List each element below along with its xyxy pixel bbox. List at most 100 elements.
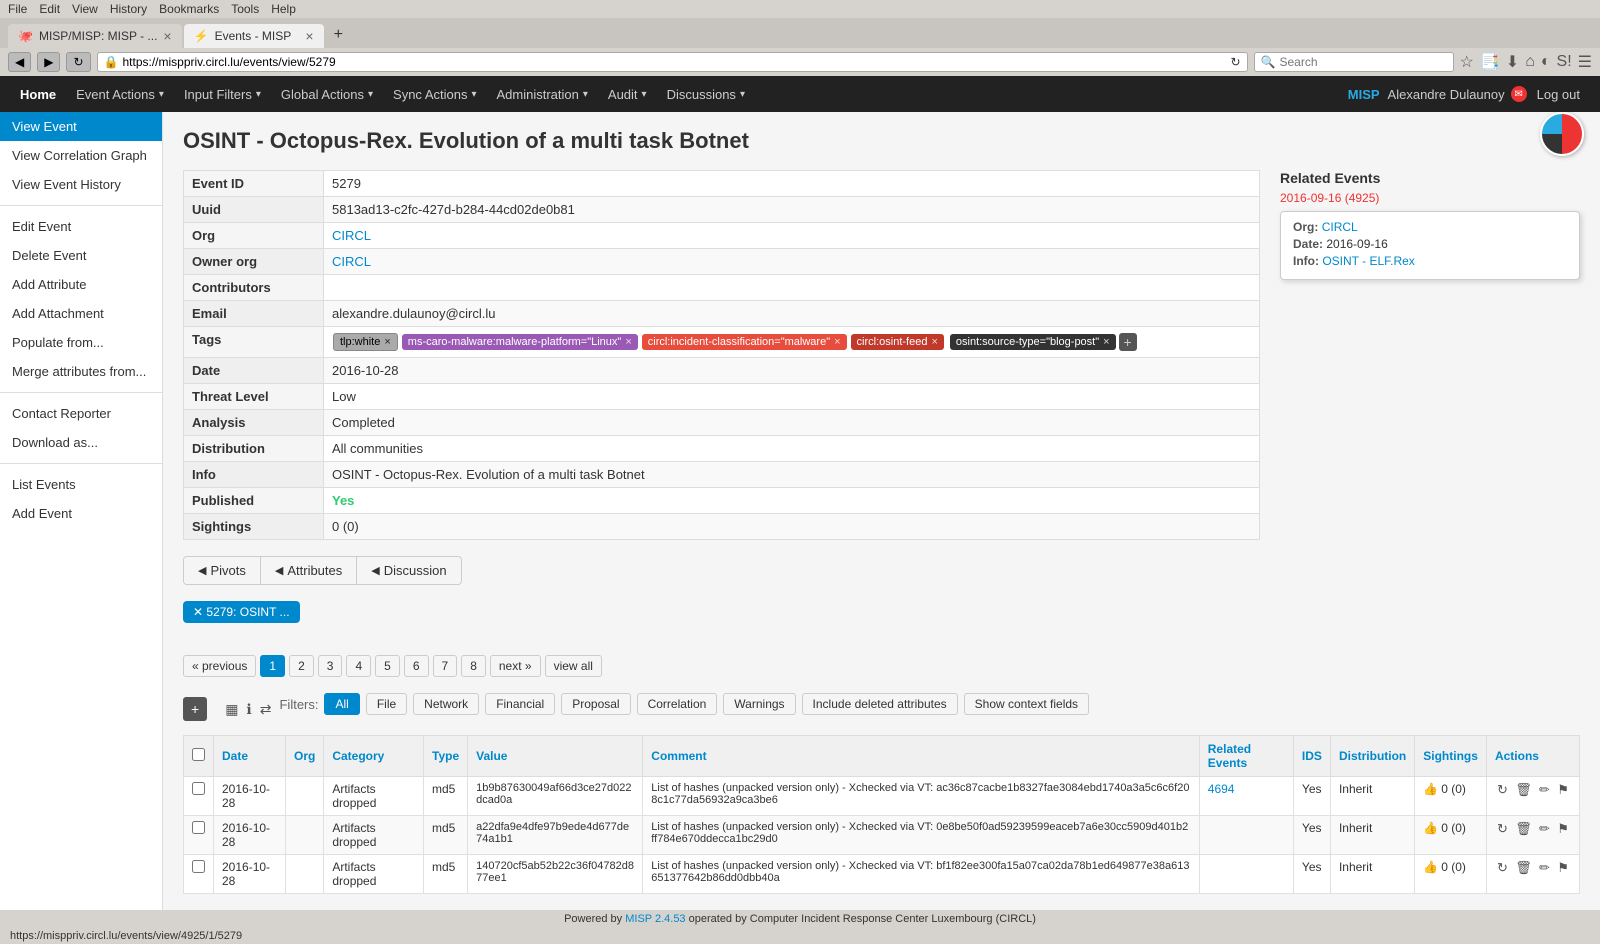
tab-close-2[interactable]: × (305, 28, 313, 44)
sidebar-edit-event[interactable]: Edit Event (0, 212, 162, 241)
page-3[interactable]: 3 (318, 655, 343, 677)
col-value[interactable]: Value (468, 736, 643, 777)
sync-icon[interactable]: S! (1557, 53, 1572, 71)
filter-financial[interactable]: Financial (485, 693, 555, 715)
tab-events-misp[interactable]: ⚡ Events - MISP × (184, 24, 324, 48)
table-export-icon[interactable]: ⇄ (260, 701, 272, 718)
row-2-action-edit[interactable]: ✏ (1539, 821, 1550, 837)
next-button[interactable]: next » (490, 655, 541, 677)
nav-brand[interactable]: MISP (1348, 87, 1380, 102)
menu-help[interactable]: Help (271, 2, 296, 16)
bookmark-list-icon[interactable]: 📑 (1480, 52, 1500, 72)
nav-audit[interactable]: Audit ▾ (598, 79, 657, 110)
col-sightings[interactable]: Sightings (1415, 736, 1487, 777)
table-view-icon[interactable]: ▦ (225, 701, 238, 718)
nav-input-filters[interactable]: Input Filters ▾ (174, 79, 271, 110)
sidebar-list-events[interactable]: List Events (0, 470, 162, 499)
sidebar-view-event[interactable]: View Event (0, 112, 162, 141)
filter-show-context[interactable]: Show context fields (964, 693, 1089, 715)
menu-view[interactable]: View (72, 2, 98, 16)
menu-history[interactable]: History (110, 2, 147, 16)
sidebar-merge-attributes[interactable]: Merge attributes from... (0, 357, 162, 386)
nav-home[interactable]: Home (10, 79, 66, 110)
filter-file[interactable]: File (366, 693, 407, 715)
popup-org-link[interactable]: CIRCL (1322, 220, 1358, 234)
owner-org-link[interactable]: CIRCL (332, 254, 371, 269)
sighting-up-icon[interactable]: 👍 (1423, 782, 1438, 796)
col-related-events[interactable]: Related Events (1199, 736, 1293, 777)
reload-icon[interactable]: ↻ (1230, 55, 1240, 69)
tag-close-ms-caro[interactable]: × (625, 336, 631, 348)
page-4[interactable]: 4 (346, 655, 371, 677)
address-bar[interactable]: 🔒 ↻ (97, 52, 1248, 72)
tab-pivots[interactable]: ◀ Pivots (184, 557, 261, 584)
nav-global-actions[interactable]: Global Actions ▾ (271, 79, 383, 110)
menu-edit[interactable]: Edit (39, 2, 60, 16)
menu-file[interactable]: File (8, 2, 27, 16)
row-checkbox-3[interactable] (184, 855, 214, 894)
col-checkbox[interactable] (184, 736, 214, 777)
row-1-action-flag[interactable]: ⚑ (1557, 782, 1569, 798)
row-2-action-delete[interactable]: 🗑 (1515, 821, 1532, 837)
row-checkbox-1[interactable] (184, 777, 214, 816)
row-1-checkbox[interactable] (192, 782, 205, 795)
tag-close-tlp-white[interactable]: × (384, 336, 390, 348)
nav-administration[interactable]: Administration ▾ (487, 79, 598, 110)
org-link[interactable]: CIRCL (332, 228, 371, 243)
misp-version-link[interactable]: MISP 2.4.53 (625, 913, 685, 925)
sidebar-populate-from[interactable]: Populate from... (0, 328, 162, 357)
page-1[interactable]: 1 (260, 655, 285, 677)
prev-button[interactable]: « previous (183, 655, 256, 677)
row-2-action-flag[interactable]: ⚑ (1557, 821, 1569, 837)
nav-logout[interactable]: Log out (1527, 79, 1590, 110)
nav-discussions[interactable]: Discussions ▾ (657, 79, 755, 110)
col-comment[interactable]: Comment (643, 736, 1199, 777)
filter-all[interactable]: All (324, 693, 359, 715)
row-3-action-flag[interactable]: ⚑ (1557, 860, 1569, 876)
reload-button[interactable]: ↻ (66, 52, 90, 72)
pocket-icon[interactable]: ◐ (1541, 53, 1551, 71)
address-input[interactable] (122, 55, 1226, 69)
menu-tools[interactable]: Tools (231, 2, 259, 16)
row-checkbox-2[interactable] (184, 816, 214, 855)
sighting-up-icon-3[interactable]: 👍 (1423, 860, 1438, 874)
tag-close-circl-osint[interactable]: × (931, 336, 937, 348)
sidebar-add-attribute[interactable]: Add Attribute (0, 270, 162, 299)
sidebar-download-as[interactable]: Download as... (0, 428, 162, 457)
sidebar-add-attachment[interactable]: Add Attachment (0, 299, 162, 328)
tag-close-osint-source[interactable]: × (1103, 336, 1109, 348)
row-3-checkbox[interactable] (192, 860, 205, 873)
page-6[interactable]: 6 (404, 655, 429, 677)
filter-network[interactable]: Network (413, 693, 479, 715)
tab-attributes[interactable]: ◀ Attributes (261, 557, 357, 584)
row-1-action-delete[interactable]: 🗑 (1515, 782, 1532, 798)
sidebar-add-event[interactable]: Add Event (0, 499, 162, 528)
related-event-link[interactable]: 2016-09-16 (4925) (1280, 191, 1379, 205)
row-3-action-edit[interactable]: ✏ (1539, 860, 1550, 876)
menu-icon[interactable]: ☰ (1578, 52, 1592, 72)
tag-close-circl-incident[interactable]: × (834, 336, 840, 348)
star-icon[interactable]: ☆ (1460, 52, 1474, 72)
forward-button[interactable]: ▶ (37, 52, 60, 72)
popup-info-link[interactable]: OSINT - ELF.Rex (1322, 254, 1414, 268)
select-all-checkbox[interactable] (192, 748, 205, 761)
menu-bookmarks[interactable]: Bookmarks (159, 2, 219, 16)
col-category[interactable]: Category (324, 736, 424, 777)
sidebar-delete-event[interactable]: Delete Event (0, 241, 162, 270)
row-3-action-refresh[interactable]: ↻ (1497, 860, 1508, 876)
nav-email-badge[interactable]: ✉ (1511, 86, 1527, 102)
back-button[interactable]: ◀ (8, 52, 31, 72)
col-date[interactable]: Date (214, 736, 286, 777)
sidebar-view-event-history[interactable]: View Event History (0, 170, 162, 199)
col-distribution[interactable]: Distribution (1330, 736, 1414, 777)
add-attribute-button[interactable]: + (183, 697, 207, 721)
nav-event-actions[interactable]: Event Actions ▾ (66, 79, 174, 110)
new-tab-button[interactable]: + (326, 22, 351, 48)
row-2-action-refresh[interactable]: ↻ (1497, 821, 1508, 837)
pivot-breadcrumb[interactable]: ✕ 5279: OSINT ... (183, 601, 300, 623)
row-1-action-refresh[interactable]: ↻ (1497, 782, 1508, 798)
col-org[interactable]: Org (286, 736, 324, 777)
col-type[interactable]: Type (424, 736, 468, 777)
filter-include-deleted[interactable]: Include deleted attributes (802, 693, 958, 715)
nav-sync-actions[interactable]: Sync Actions ▾ (383, 79, 486, 110)
